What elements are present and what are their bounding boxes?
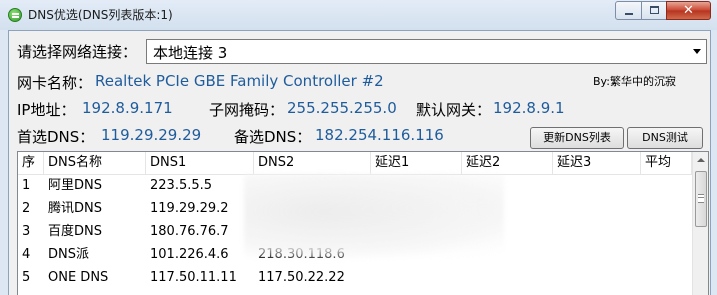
gateway-value: 192.8.9.1	[493, 99, 565, 117]
maximize-icon	[650, 6, 659, 14]
column-header-delay1[interactable]: 延迟1	[371, 152, 462, 175]
connection-select[interactable]: 本地连接 3	[146, 39, 707, 64]
connection-selected: 本地连接 3	[153, 44, 228, 62]
close-button[interactable]: ✕	[666, 1, 711, 20]
column-header-index[interactable]: 序	[18, 152, 44, 175]
connection-label: 请选择网络连接：	[17, 43, 138, 61]
cell-name: DNS派	[48, 247, 89, 262]
column-header-delay3[interactable]: 延迟3	[553, 152, 641, 175]
window-title: DNS优选(DNS列表版本:1)	[28, 8, 173, 22]
cell-index: 2	[22, 201, 31, 216]
close-icon: ✕	[683, 3, 694, 18]
cell-name: 腾讯DNS	[48, 201, 102, 216]
author-credit: By:繁华中的沉寂	[593, 75, 676, 88]
scroll-up-icon[interactable]	[693, 152, 708, 169]
primary-dns-label: 首选DNS：	[17, 128, 95, 146]
cell-name: ONE DNS	[48, 270, 109, 285]
column-header-average[interactable]: 平均	[641, 152, 692, 175]
cell-index: 4	[22, 247, 31, 262]
cell-dns1: 119.29.29.2	[150, 201, 229, 216]
table-row[interactable]: 5 ONE DNS 117.50.11.11 117.50.22.22	[18, 266, 692, 289]
cell-dns2: 117.50.22.22	[258, 270, 345, 285]
adapter-label: 网卡名称：	[17, 74, 93, 92]
minimize-button[interactable]	[615, 1, 642, 20]
title-bar[interactable]: DNS优选(DNS列表版本:1) ✕	[0, 0, 717, 30]
scroll-thumb[interactable]	[695, 171, 707, 227]
vertical-scrollbar[interactable]	[692, 152, 708, 295]
table-header: 序 DNS名称 DNS1 DNS2 延迟1 延迟2 延迟3 平均	[18, 152, 692, 175]
cell-index: 1	[22, 178, 31, 193]
main-panel: 请选择网络连接： 本地连接 3 网卡名称： Realtek PCIe GBE F…	[8, 30, 711, 295]
app-icon	[8, 8, 22, 22]
cell-dns1: 180.76.76.7	[150, 224, 229, 239]
column-header-delay2[interactable]: 延迟2	[462, 152, 553, 175]
cell-dns1: 117.50.11.11	[150, 270, 237, 285]
cell-index: 3	[22, 224, 31, 239]
ip-value: 192.8.9.171	[82, 99, 173, 117]
app-window: DNS优选(DNS列表版本:1) ✕ 请选择网络连接： 本地连接 3 网卡名称：…	[0, 0, 717, 295]
cell-name: 阿里DNS	[48, 178, 102, 193]
secondary-dns-label: 备选DNS：	[234, 128, 312, 146]
dns-table: 序 DNS名称 DNS1 DNS2 延迟1 延迟2 延迟3 平均 1 阿里DNS…	[17, 151, 709, 295]
ip-label: IP地址：	[17, 101, 76, 119]
cell-name: 百度DNS	[48, 224, 102, 239]
dns-test-button[interactable]: DNS测试	[627, 127, 703, 149]
cell-index: 5	[22, 270, 31, 285]
mask-label: 子网掩码：	[209, 101, 285, 119]
primary-dns-value: 119.29.29.29	[101, 126, 202, 144]
privacy-blur	[244, 174, 504, 259]
column-header-dns1[interactable]: DNS1	[146, 152, 254, 175]
adapter-value: Realtek PCIe GBE Family Controller #2	[95, 72, 384, 90]
gateway-label: 默认网关：	[416, 101, 492, 119]
cell-dns1: 223.5.5.5	[150, 178, 213, 193]
mask-value: 255.255.255.0	[287, 99, 397, 117]
minimize-icon	[625, 13, 633, 15]
column-header-name[interactable]: DNS名称	[44, 152, 146, 175]
maximize-button[interactable]	[641, 1, 667, 20]
dropdown-arrow-icon	[693, 49, 701, 54]
cell-dns1: 101.226.4.6	[150, 247, 229, 262]
update-dns-list-button[interactable]: 更新DNS列表	[530, 127, 624, 149]
secondary-dns-value: 182.254.116.116	[315, 126, 444, 144]
column-header-dns2[interactable]: DNS2	[254, 152, 371, 175]
